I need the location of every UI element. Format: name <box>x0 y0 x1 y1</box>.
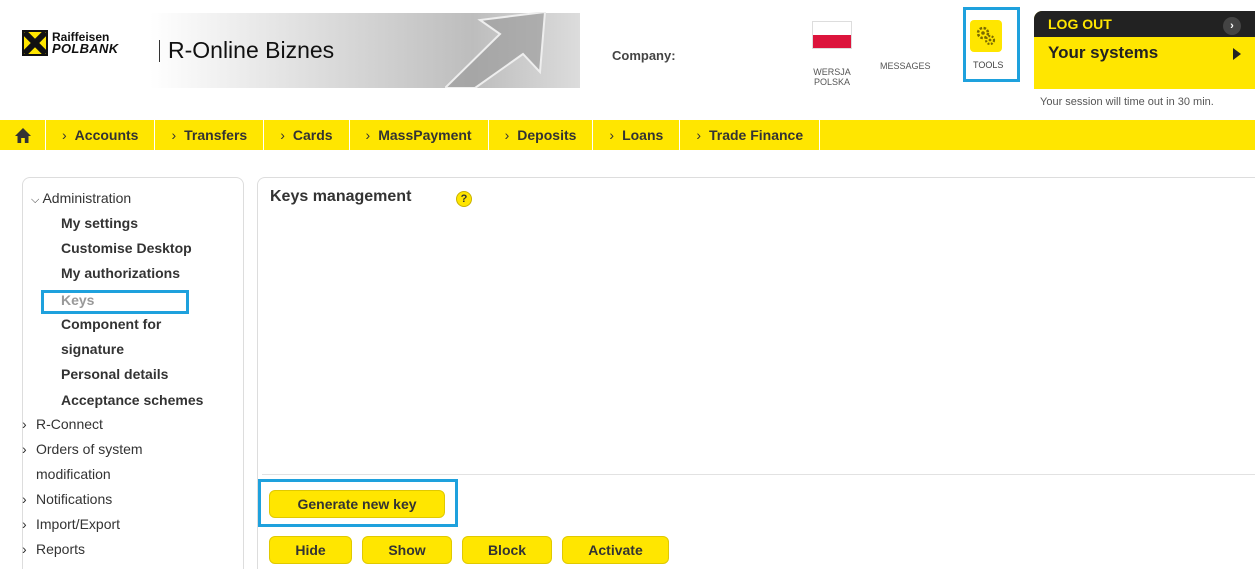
generate-new-key-button[interactable]: Generate new key <box>269 490 445 518</box>
nav-transfers-label: Transfers <box>184 127 248 143</box>
triangle-right-icon <box>1233 48 1241 60</box>
chevron-right-icon: › <box>280 127 285 143</box>
nav-accounts[interactable]: › Accounts <box>46 120 156 150</box>
banner-arrow-graphic <box>445 12 547 88</box>
sidebar-item-component-for-signature-line2[interactable]: signature <box>61 341 124 357</box>
sidebar-item-customise-desktop[interactable]: Customise Desktop <box>61 240 192 256</box>
content-divider <box>262 474 1255 475</box>
sidebar-item-reports[interactable]: › Reports <box>22 541 85 557</box>
nav-loans-label: Loans <box>622 127 664 143</box>
chevron-right-icon: › <box>22 516 27 532</box>
logout-button[interactable]: LOG OUT › <box>1034 11 1255 37</box>
sidebar-item-import-export[interactable]: › Import/Export <box>22 516 120 532</box>
gear-icon[interactable] <box>970 20 1002 52</box>
main-navigation: › Accounts › Transfers › Cards › MassPayment… <box>0 120 1255 150</box>
nav-loans[interactable]: › Loans <box>593 120 681 150</box>
sidebar-item-orders-of-system-modification[interactable]: › Orders of system <box>22 441 143 457</box>
sidebar-item-r-connect[interactable]: › R-Connect <box>22 416 103 432</box>
chevron-right-icon: › <box>504 127 510 143</box>
nav-masspayment[interactable]: › MassPayment <box>350 120 489 150</box>
chevron-right-icon: › <box>22 541 27 557</box>
tools-link[interactable]: TOOLS <box>973 60 1003 70</box>
nav-cards-label: Cards <box>292 127 333 143</box>
sidebar-reports-label: Reports <box>36 541 86 557</box>
help-icon[interactable]: ? <box>456 191 472 207</box>
session-timeout-notice: Your session will time out in 30 min. <box>1040 96 1214 108</box>
nav-trade-finance[interactable]: › Trade Finance <box>680 120 821 150</box>
chevron-right-icon: › <box>22 441 27 457</box>
banner-separator <box>159 40 160 62</box>
messages-link[interactable]: MESSAGES <box>880 61 931 71</box>
brand-line-2: POLBANK <box>52 41 119 56</box>
sidebar-item-personal-details[interactable]: Personal details <box>61 366 168 382</box>
chevron-right-icon: › <box>62 127 67 143</box>
keys-highlight-box <box>41 290 189 314</box>
sidebar-item-my-authorizations[interactable]: My authorizations <box>61 265 180 281</box>
hide-button[interactable]: Hide <box>269 536 352 564</box>
chevron-right-icon: › <box>171 127 177 143</box>
chevron-right-icon: › <box>609 127 615 143</box>
nav-trade-finance-label: Trade Finance <box>708 127 804 143</box>
bank-logo[interactable]: Raiffeisen POLBANK <box>22 30 118 56</box>
sidebar-orders-label: Orders of system <box>36 441 143 457</box>
nav-accounts-label: Accounts <box>74 127 139 143</box>
sidebar-item-my-settings[interactable]: My settings <box>61 215 138 231</box>
nav-masspayment-label: MassPayment <box>378 127 472 143</box>
language-switch-link[interactable]: WERSJA POLSKA <box>808 67 856 87</box>
app-title: R-Online Biznes <box>168 37 335 63</box>
chevron-right-icon: › <box>696 127 701 143</box>
chevron-down-icon: ⌵ <box>31 194 40 206</box>
logout-label: LOG OUT <box>1048 16 1112 32</box>
chevron-right-icon: › <box>22 491 27 507</box>
your-systems-button[interactable]: Your systems <box>1048 43 1158 63</box>
polish-flag-icon[interactable] <box>812 21 852 49</box>
sidebar-administration-label: Administration <box>42 190 132 206</box>
company-label: Company: <box>612 48 676 63</box>
sidebar-import-export-label: Import/Export <box>36 516 121 532</box>
sidebar-item-notifications[interactable]: › Notifications <box>22 491 112 507</box>
nav-deposits-label: Deposits <box>517 127 577 143</box>
nav-transfers[interactable]: › Transfers <box>155 120 265 150</box>
sidebar-r-connect-label: R-Connect <box>36 416 103 432</box>
sidebar-orders-label-line2[interactable]: modification <box>36 466 111 482</box>
chevron-right-icon: › <box>22 416 27 432</box>
nav-deposits[interactable]: › Deposits <box>489 120 594 150</box>
sidebar-item-administration[interactable]: ⌵ Administration <box>31 190 131 207</box>
sidebar-item-component-for-signature[interactable]: Component for <box>61 316 161 332</box>
sidebar-item-acceptance-schemes[interactable]: Acceptance schemes <box>61 392 203 408</box>
nav-cards[interactable]: › Cards <box>264 120 350 150</box>
sidebar-notifications-label: Notifications <box>36 491 113 507</box>
activate-button[interactable]: Activate <box>562 536 669 564</box>
page-title: Keys management <box>270 188 412 205</box>
account-panel: LOG OUT › Your systems <box>1034 11 1255 89</box>
chevron-right-icon: › <box>365 127 371 143</box>
chevron-right-icon: › <box>1223 17 1241 35</box>
raiffeisen-logo-icon <box>22 30 48 56</box>
home-icon[interactable] <box>0 120 46 150</box>
block-button[interactable]: Block <box>462 536 552 564</box>
show-button[interactable]: Show <box>362 536 452 564</box>
